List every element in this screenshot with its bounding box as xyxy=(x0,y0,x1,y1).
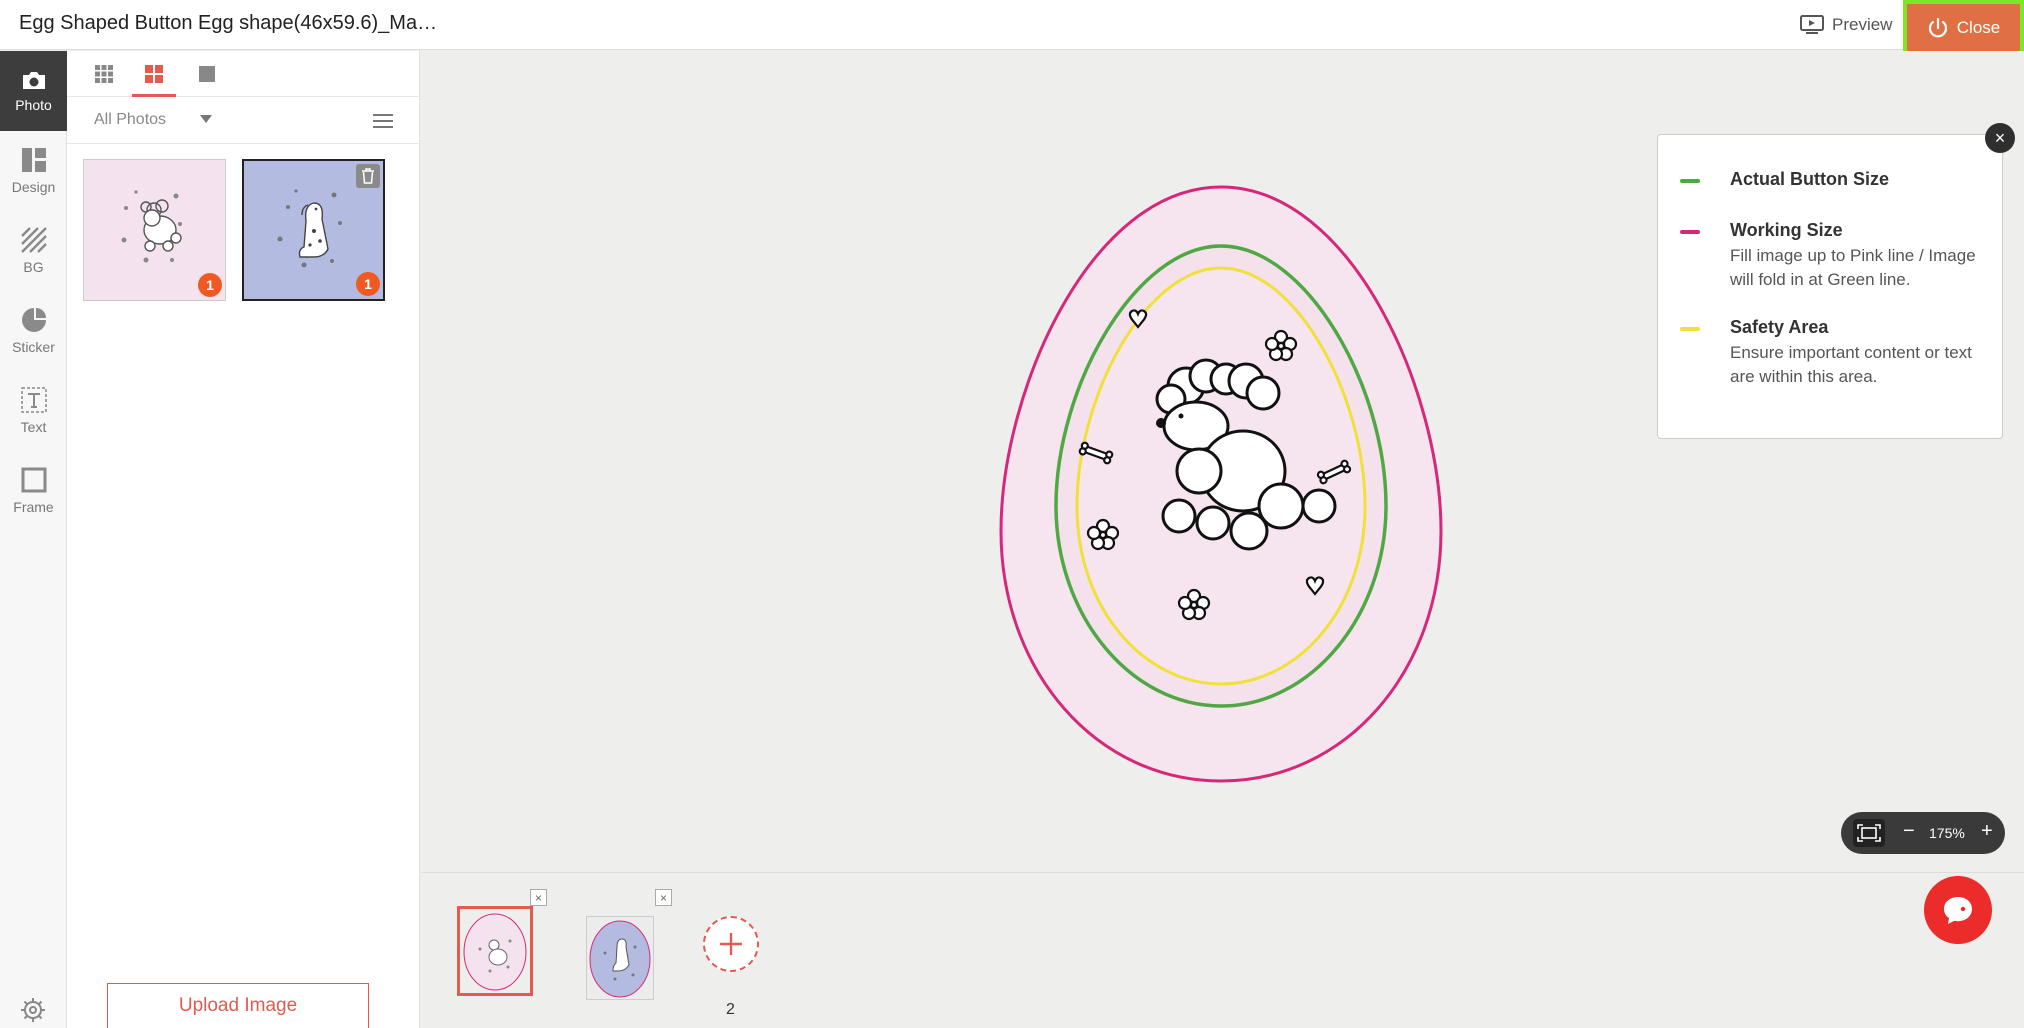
legend-description: Ensure important content or text are wit… xyxy=(1730,343,1972,386)
legend-description: Fill image up to Pink line / Image will … xyxy=(1730,246,1976,289)
delete-page-button[interactable]: × xyxy=(530,889,547,906)
tool-rail: Photo Design BG Sticker Text Frame xyxy=(0,51,67,1028)
page-thumbnail[interactable] xyxy=(586,916,654,1000)
rail-label-bg: BG xyxy=(23,259,44,275)
upload-image-button[interactable]: Upload Image xyxy=(107,983,369,1028)
close-button[interactable]: Close xyxy=(1903,0,2024,55)
rail-item-frame[interactable]: Frame xyxy=(0,451,67,531)
rail-item-design[interactable]: Design xyxy=(0,131,67,211)
preview-button[interactable]: Preview xyxy=(1800,12,1892,38)
active-tab-indicator xyxy=(132,94,176,97)
add-page-button[interactable] xyxy=(703,916,759,972)
zoom-control: − 175% + xyxy=(1841,812,2005,854)
power-icon xyxy=(1928,17,1947,37)
rail-label-design: Design xyxy=(11,179,56,195)
menu-icon[interactable] xyxy=(372,112,394,130)
photo-thumbnail-selected[interactable]: 1 xyxy=(242,159,385,301)
zoom-level: 175% xyxy=(1929,825,1965,841)
page-thumbnail-selected[interactable] xyxy=(457,906,533,996)
zoom-out-button[interactable]: − xyxy=(1903,820,1915,843)
legend-title: Working Size xyxy=(1730,220,1843,240)
egg-button-preview[interactable] xyxy=(981,171,1461,791)
pink-line-swatch xyxy=(1680,230,1700,234)
view-tabs xyxy=(67,51,420,97)
usage-badge: 1 xyxy=(198,273,222,297)
sticker-icon xyxy=(21,308,46,332)
trash-icon[interactable] xyxy=(356,164,380,188)
legend-title: Safety Area xyxy=(1730,317,1829,337)
zoom-in-button[interactable]: + xyxy=(1981,820,1993,843)
rail-label-text: Text xyxy=(20,419,47,435)
rail-item-photo[interactable]: Photo xyxy=(0,51,67,131)
egg-page-preview xyxy=(463,913,527,991)
document-title: Egg Shaped Button Egg shape(46x59.6)_Ma… xyxy=(19,12,438,34)
monitor-icon xyxy=(1800,15,1824,34)
egg-page-preview xyxy=(589,920,651,998)
rail-item-sticker[interactable]: Sticker xyxy=(0,291,67,371)
fit-screen-icon[interactable] xyxy=(1853,819,1885,847)
rail-label-frame: Frame xyxy=(13,499,54,515)
frame-icon xyxy=(21,467,46,493)
chat-bubble-icon xyxy=(1944,897,1972,924)
size-legend: Actual Button Size Working Size Fill ima… xyxy=(1657,134,2003,439)
large-square-icon[interactable] xyxy=(196,63,218,85)
photo-panel: All Photos 1 1 Upload Image xyxy=(67,51,420,1028)
preview-label: Preview xyxy=(1832,15,1893,34)
filter-select[interactable]: All Photos xyxy=(94,111,166,129)
medium-grid-icon[interactable] xyxy=(143,63,165,85)
yellow-line-swatch xyxy=(1680,327,1700,331)
page-strip: × × 2 xyxy=(421,872,2024,1028)
rail-item-bg[interactable]: BG xyxy=(0,211,67,291)
usage-badge: 1 xyxy=(356,272,380,296)
legend-title: Actual Button Size xyxy=(1730,169,1890,189)
photo-filter[interactable]: All Photos xyxy=(67,98,420,144)
rail-label-photo: Photo xyxy=(15,97,52,113)
plus-icon xyxy=(720,933,742,955)
gear-icon[interactable] xyxy=(20,997,46,1023)
page-count: 2 xyxy=(726,1001,735,1018)
green-line-swatch xyxy=(1680,179,1700,183)
photo-thumbnail[interactable]: 1 xyxy=(83,159,226,301)
layout-icon xyxy=(21,148,46,172)
stripes-icon xyxy=(20,227,47,253)
top-bar: Egg Shaped Button Egg shape(46x59.6)_Ma…… xyxy=(0,0,2024,55)
small-grid-icon[interactable] xyxy=(93,63,115,85)
close-label: Close xyxy=(1956,17,2001,37)
chat-button[interactable] xyxy=(1924,876,1992,944)
camera-icon xyxy=(22,72,45,89)
chevron-down-icon[interactable] xyxy=(200,115,212,123)
delete-page-button[interactable]: × xyxy=(655,889,672,906)
rail-item-text[interactable]: Text xyxy=(0,371,67,451)
rail-label-sticker: Sticker xyxy=(12,339,55,355)
text-icon xyxy=(20,387,47,413)
legend-close-button[interactable]: × xyxy=(1985,123,2015,153)
